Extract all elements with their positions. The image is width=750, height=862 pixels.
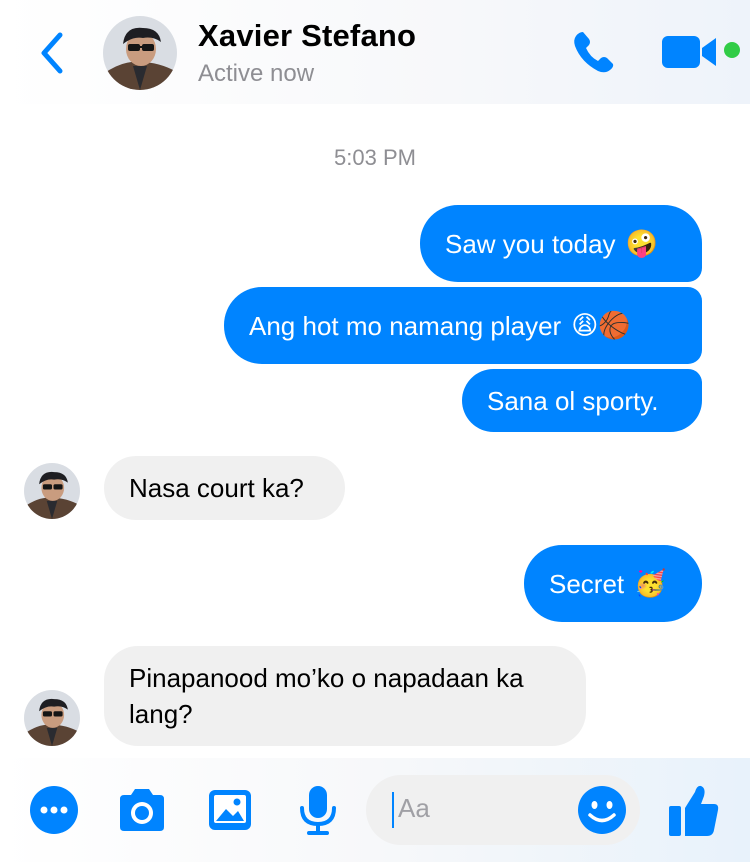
camera-button[interactable] [116,784,168,836]
sent-message[interactable]: Saw you today 🤪 [420,205,702,282]
message-text: Ang hot mo namang player [249,310,562,341]
gallery-button[interactable] [204,784,256,836]
active-status: Active now [198,60,315,87]
sent-message[interactable]: Ang hot mo namang player 😩🏀 [224,287,702,364]
more-icon [30,786,78,834]
contact-avatar[interactable] [24,690,80,746]
message-text: Secret [549,568,625,599]
message-timestamp: 5:03 PM [334,145,416,170]
gallery-icon [209,790,251,830]
microphone-icon [300,786,336,835]
message-text: Pinapanood mo’ko o napadaan ka lang? [129,663,524,729]
like-button[interactable] [664,780,724,840]
message-emoji: 😩🏀 [571,310,631,341]
sent-message[interactable]: Sana ol sporty. [462,369,702,432]
received-message[interactable]: Nasa court ka? [104,456,345,520]
message-input-placeholder: Aa [398,793,430,823]
message-text: Sana ol sporty. [487,385,659,416]
message-emoji: 🤪 [625,228,658,259]
contact-avatar[interactable] [24,463,80,519]
camera-icon [120,789,164,831]
message-input[interactable]: Aa [366,775,640,845]
more-options-button[interactable] [28,784,80,836]
contact-name[interactable]: Xavier Stefano [198,18,416,54]
emoji-button[interactable] [576,784,628,836]
emoji-icon [578,786,626,834]
message-text: Nasa court ka? [129,473,304,503]
contact-avatar[interactable] [103,16,177,90]
received-message[interactable]: Pinapanood mo’ko o napadaan ka lang? [104,646,586,746]
chevron-left-icon [41,32,63,74]
phone-icon [574,32,614,73]
back-button[interactable] [30,26,74,80]
message-text: Saw you today [445,228,616,259]
sent-message[interactable]: Secret 🥳 [524,545,702,622]
message-emoji: 🥳 [634,568,667,599]
thumbs-up-icon [669,785,719,836]
text-caret [392,792,394,828]
online-indicator [724,42,740,58]
video-call-button[interactable] [660,30,722,74]
video-camera-icon [662,36,716,68]
voice-call-button[interactable] [566,24,622,80]
voice-message-button[interactable] [292,784,344,836]
chat-header: Xavier Stefano Active now [0,0,750,104]
message-composer: Aa [0,758,750,862]
